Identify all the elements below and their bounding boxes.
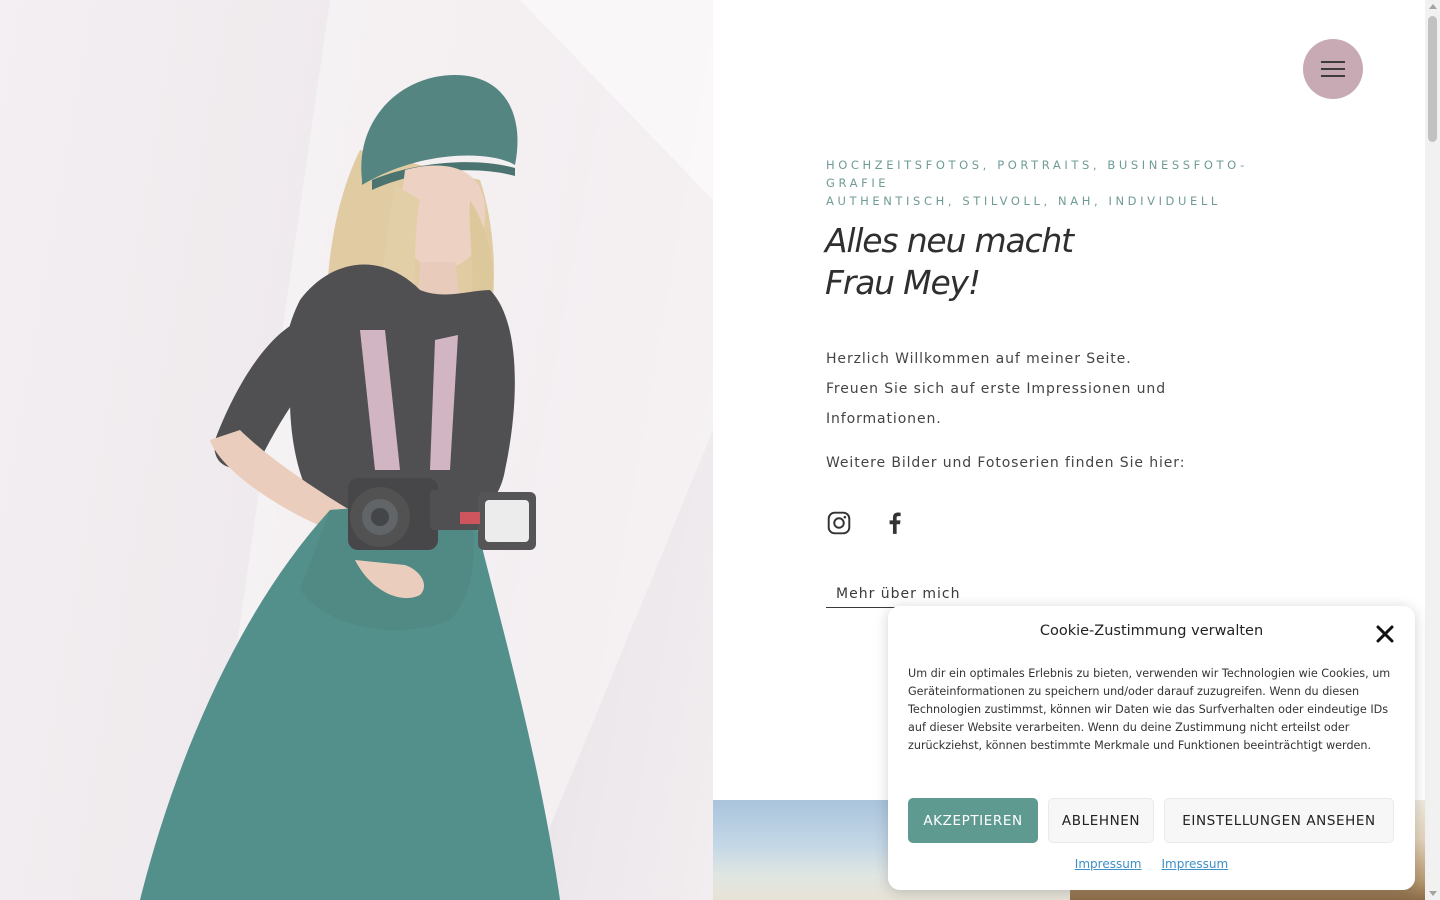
intro-text: Herzlich Willkommen auf meiner Seite. Fr… xyxy=(826,344,1206,434)
scrollbar[interactable] xyxy=(1425,0,1440,900)
impressum-link[interactable]: Impressum xyxy=(1162,857,1229,871)
scroll-down-icon[interactable] xyxy=(1429,891,1437,896)
hero-photo xyxy=(0,0,713,900)
instagram-icon[interactable] xyxy=(826,510,852,536)
cookie-dialog-title: Cookie-Zustimmung verwalten xyxy=(1039,623,1264,639)
headline-line: Frau Mey! xyxy=(825,263,981,302)
hamburger-icon xyxy=(1321,61,1345,77)
menu-button[interactable] xyxy=(1303,39,1363,99)
tagline-line: AUTHENTISCH, STILVOLL, NAH, INDIVIDUELL xyxy=(826,194,1221,208)
facebook-icon[interactable] xyxy=(882,510,908,536)
impressum-link[interactable]: Impressum xyxy=(1075,857,1142,871)
cookie-dialog-text: Um dir ein optimales Erlebnis zu bieten,… xyxy=(908,667,1391,752)
accept-button[interactable]: AKZEPTIEREN xyxy=(908,798,1038,843)
taglines: HOCHZEITSFOTOS, PORTRAITS, BUSINESSFOTO-… xyxy=(826,156,1266,210)
intro-line: Herzlich Willkommen auf meiner Seite. xyxy=(826,351,1132,367)
intro-line: Freuen Sie sich auf erste Impressionen u… xyxy=(826,381,1166,397)
scrollbar-thumb[interactable] xyxy=(1428,16,1437,142)
social-links xyxy=(826,510,908,536)
tagline-line: GRAFIE xyxy=(826,176,890,190)
cookie-links: Impressum Impressum xyxy=(888,857,1415,871)
scroll-up-icon[interactable] xyxy=(1429,4,1437,9)
close-icon[interactable] xyxy=(1375,624,1395,644)
headline-line: Alles neu macht xyxy=(825,221,1074,260)
cookie-consent-dialog: Cookie-Zustimmung verwalten Um dir ein o… xyxy=(888,606,1415,890)
cookie-buttons: AKZEPTIEREN ABLEHNEN EINSTELLUNGEN ANSEH… xyxy=(908,798,1394,843)
photographer-illustration xyxy=(0,0,713,900)
deny-button[interactable]: ABLEHNEN xyxy=(1048,798,1154,843)
more-images-text: Weitere Bilder und Fotoserien finden Sie… xyxy=(826,455,1186,471)
intro-line: Informationen. xyxy=(826,411,942,427)
view-settings-button[interactable]: EINSTELLUNGEN ANSEHEN xyxy=(1164,798,1394,843)
tagline-line: HOCHZEITSFOTOS, PORTRAITS, BUSINESSFOTO- xyxy=(826,158,1248,172)
about-me-link[interactable]: Mehr über mich xyxy=(826,582,970,608)
page-title: Alles neu macht Frau Mey! xyxy=(825,220,1205,304)
